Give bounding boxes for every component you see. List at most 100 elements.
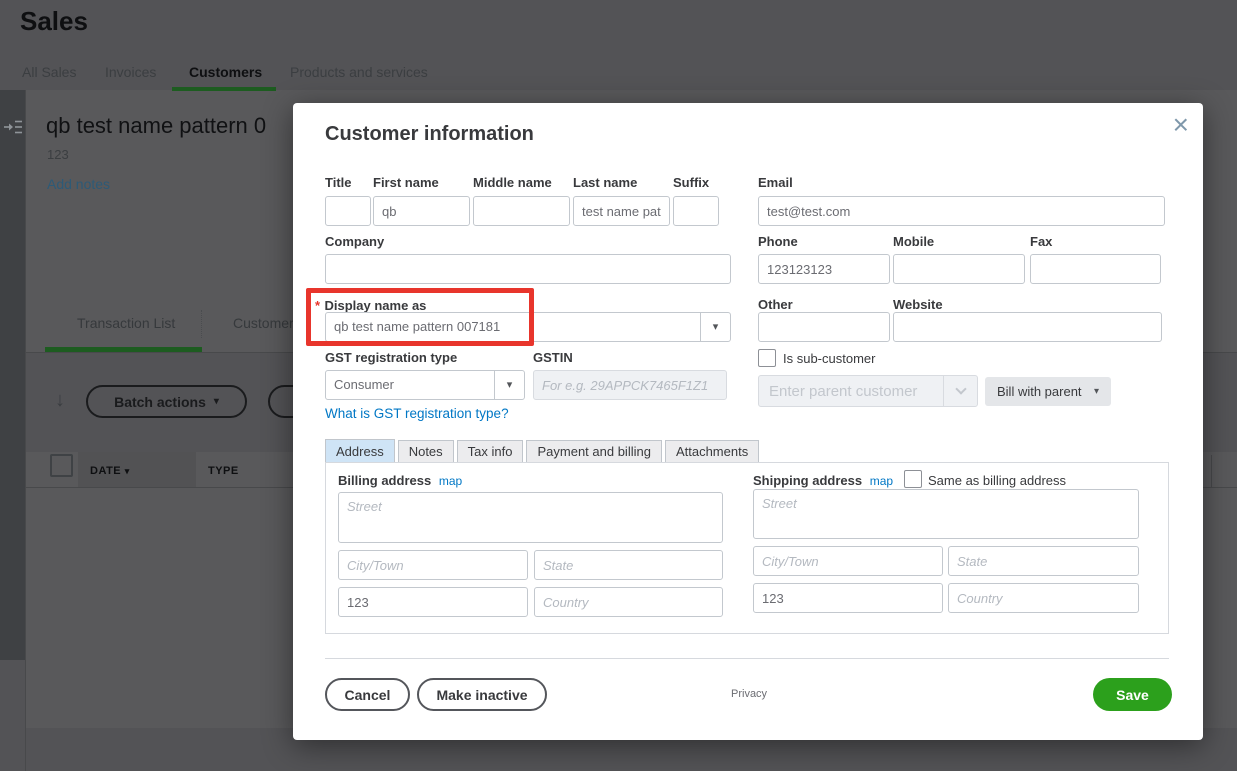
active-nav-underline bbox=[172, 87, 276, 91]
website-label: Website bbox=[893, 297, 943, 312]
tab-customer-details[interactable]: Customer bbox=[233, 315, 294, 331]
bill-with-parent-value: Bill with parent bbox=[997, 384, 1082, 399]
suffix-label: Suffix bbox=[673, 175, 710, 190]
last-name-input[interactable] bbox=[573, 196, 670, 226]
fax-input[interactable] bbox=[1030, 254, 1161, 284]
shipping-country-input[interactable] bbox=[948, 583, 1139, 613]
parent-customer-combobox: Enter parent customer bbox=[758, 375, 978, 407]
bill-with-parent-select[interactable]: Bill with parent ▾ bbox=[985, 377, 1111, 406]
same-as-billing-label: Same as billing address bbox=[928, 473, 1067, 488]
tab-payment-and-billing[interactable]: Payment and billing bbox=[526, 440, 662, 463]
batch-actions-button[interactable]: Batch actions ▾ bbox=[86, 385, 247, 418]
modal-title: Customer information bbox=[325, 123, 534, 145]
gst-type-select[interactable]: Consumer ▾ bbox=[325, 370, 525, 400]
bill-with-parent-caret-icon: ▾ bbox=[1093, 386, 1099, 397]
display-name-combobox[interactable]: qb test name pattern 007181 ▾ bbox=[325, 312, 731, 342]
table-header-type[interactable]: TYPE bbox=[208, 465, 239, 477]
nav-tab-all-sales[interactable]: All Sales bbox=[22, 64, 76, 80]
billing-street-input[interactable] bbox=[338, 492, 723, 543]
email-input[interactable] bbox=[758, 196, 1165, 226]
is-sub-customer-label: Is sub-customer bbox=[783, 351, 876, 366]
billing-postal-input[interactable] bbox=[338, 587, 528, 617]
billing-state-input[interactable] bbox=[534, 550, 723, 580]
tab-notes[interactable]: Notes bbox=[397, 440, 454, 463]
privacy-link[interactable]: Privacy bbox=[731, 688, 767, 700]
page-title: Sales bbox=[20, 6, 88, 36]
suffix-input[interactable] bbox=[673, 196, 719, 226]
company-label: Company bbox=[325, 234, 385, 249]
add-notes-link[interactable]: Add notes bbox=[47, 176, 110, 192]
nav-tab-invoices[interactable]: Invoices bbox=[105, 64, 156, 80]
display-name-label: Display name as bbox=[324, 298, 427, 313]
tab-attachments[interactable]: Attachments bbox=[664, 440, 760, 463]
batch-actions-label: Batch actions bbox=[114, 393, 206, 410]
title-label: Title bbox=[325, 175, 352, 190]
billing-country-input[interactable] bbox=[534, 587, 723, 617]
same-as-billing-checkbox[interactable] bbox=[904, 470, 922, 488]
sort-caret-icon: ▾ bbox=[124, 466, 130, 476]
address-panel: Billing address map Shipping address map… bbox=[325, 462, 1169, 634]
billing-city-input[interactable] bbox=[338, 550, 528, 580]
required-asterisk: * bbox=[315, 298, 321, 313]
first-name-input[interactable] bbox=[373, 196, 470, 226]
shipping-street-input[interactable] bbox=[753, 489, 1139, 539]
sidebar-divider bbox=[25, 90, 26, 771]
nav-tab-customers[interactable]: Customers bbox=[189, 64, 262, 80]
display-name-value: qb test name pattern 007181 bbox=[334, 319, 501, 334]
gst-type-label: GST registration type bbox=[325, 350, 458, 365]
phone-label: Phone bbox=[758, 234, 798, 249]
phone-input[interactable] bbox=[758, 254, 890, 284]
date-header-label: DATE bbox=[90, 465, 122, 477]
gst-type-value: Consumer bbox=[334, 377, 394, 392]
mobile-label: Mobile bbox=[893, 234, 935, 249]
display-name-caret-icon[interactable]: ▾ bbox=[700, 313, 730, 341]
save-button[interactable]: Save bbox=[1093, 678, 1172, 711]
screen: Sales All Sales Invoices Customers Produ… bbox=[0, 0, 1237, 771]
sort-icon[interactable]: ↓ bbox=[55, 389, 65, 412]
parent-customer-placeholder: Enter parent customer bbox=[769, 383, 918, 400]
billing-map-link[interactable]: map bbox=[439, 474, 462, 488]
tab-address[interactable]: Address bbox=[325, 439, 395, 463]
gstin-input[interactable] bbox=[533, 370, 727, 400]
is-sub-customer-checkbox[interactable] bbox=[758, 349, 776, 367]
gst-help-link[interactable]: What is GST registration type? bbox=[325, 406, 509, 421]
parent-customer-chevron-icon bbox=[943, 376, 977, 406]
shipping-postal-input[interactable] bbox=[753, 583, 943, 613]
nav-tab-products-services[interactable]: Products and services bbox=[290, 64, 428, 80]
mobile-input[interactable] bbox=[893, 254, 1025, 284]
tab-divider bbox=[201, 310, 202, 338]
shipping-map-link[interactable]: map bbox=[870, 474, 893, 488]
email-label: Email bbox=[758, 175, 793, 190]
expand-sidebar-icon[interactable] bbox=[3, 119, 23, 140]
gstin-label: GSTIN bbox=[533, 350, 573, 365]
first-name-label: First name bbox=[373, 175, 439, 190]
make-inactive-button[interactable]: Make inactive bbox=[417, 678, 547, 711]
other-label: Other bbox=[758, 297, 793, 312]
other-input[interactable] bbox=[758, 312, 890, 342]
table-column-divider bbox=[1211, 455, 1212, 487]
modal-tab-bar: Address Notes Tax info Payment and billi… bbox=[325, 439, 762, 463]
caret-down-icon: ▾ bbox=[213, 396, 219, 407]
company-input[interactable] bbox=[325, 254, 731, 284]
website-input[interactable] bbox=[893, 312, 1162, 342]
shipping-state-input[interactable] bbox=[948, 546, 1139, 576]
shipping-address-label: Shipping address map bbox=[753, 473, 894, 488]
title-input[interactable] bbox=[325, 196, 371, 226]
close-icon[interactable]: × bbox=[1173, 109, 1189, 141]
middle-name-input[interactable] bbox=[473, 196, 570, 226]
select-all-checkbox[interactable] bbox=[50, 454, 73, 477]
tab-transaction-list[interactable]: Transaction List bbox=[77, 315, 175, 331]
collapsed-sidebar-rail bbox=[0, 90, 25, 660]
customer-subtitle: 123 bbox=[47, 147, 69, 162]
cancel-button[interactable]: Cancel bbox=[325, 678, 410, 711]
billing-address-label: Billing address map bbox=[338, 473, 463, 488]
customer-name-heading: qb test name pattern 0 bbox=[46, 113, 267, 138]
tab-tax-info[interactable]: Tax info bbox=[456, 440, 524, 463]
last-name-label: Last name bbox=[573, 175, 638, 190]
middle-name-label: Middle name bbox=[473, 175, 552, 190]
footer-divider bbox=[325, 658, 1169, 659]
table-header-date[interactable]: DATE ▾ bbox=[90, 465, 130, 477]
gst-type-caret-icon[interactable]: ▾ bbox=[494, 371, 524, 399]
shipping-city-input[interactable] bbox=[753, 546, 943, 576]
customer-information-modal: Customer information × Title First name … bbox=[293, 103, 1203, 740]
